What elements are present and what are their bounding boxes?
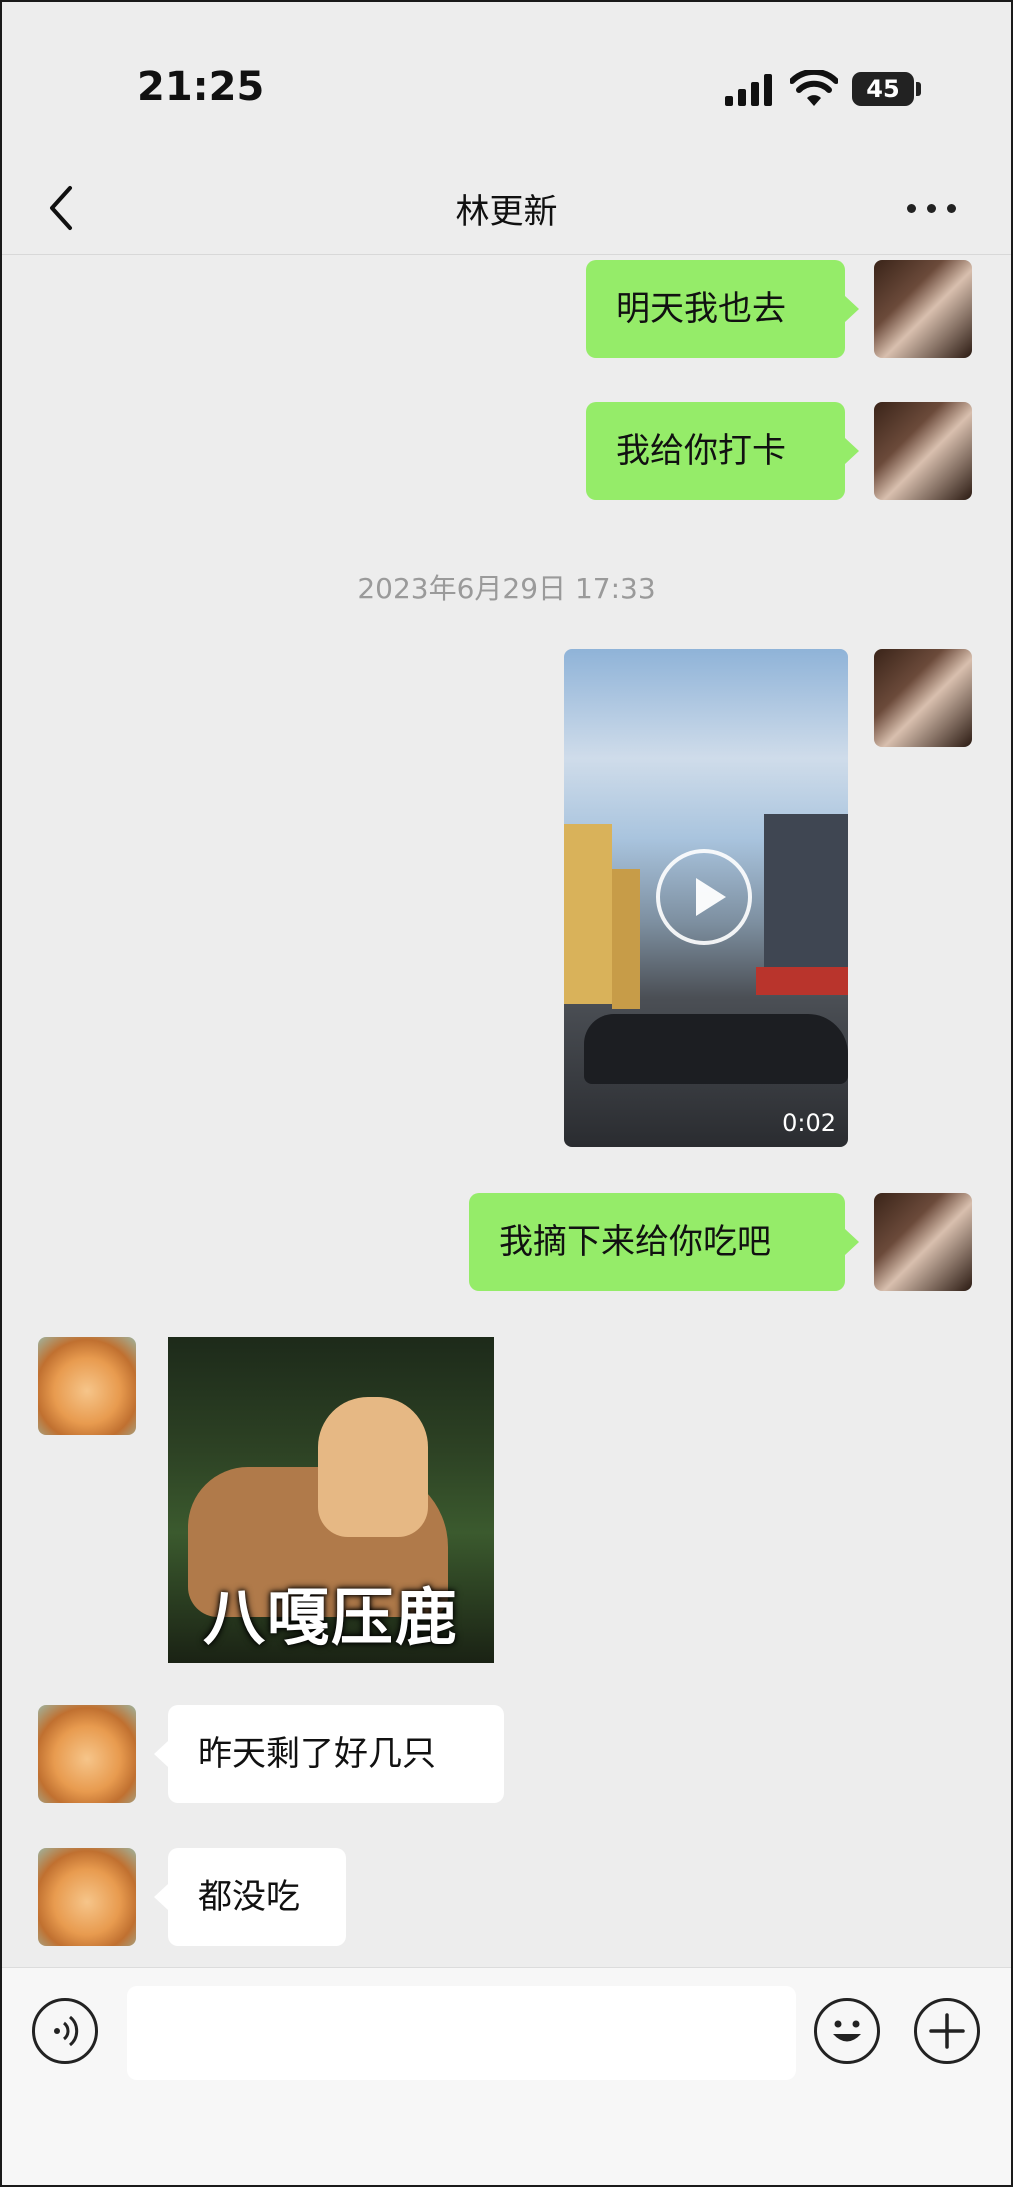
battery-tip xyxy=(916,82,921,96)
voice-icon xyxy=(54,2015,79,2047)
message-text: 都没吃 xyxy=(198,1877,300,1917)
emoji-button[interactable] xyxy=(814,1998,880,2064)
play-icon[interactable] xyxy=(656,849,752,945)
video-thumbnail-car xyxy=(584,1014,848,1084)
sent-message-bubble[interactable]: 我摘下来给你吃吧 xyxy=(469,1193,859,1291)
sticker-dog xyxy=(318,1397,428,1537)
user-avatar[interactable] xyxy=(874,260,972,358)
message-text: 我给你打卡 xyxy=(616,431,786,471)
status-time: 21:25 xyxy=(137,64,265,110)
plus-icon xyxy=(929,2013,965,2049)
cellular-signal-icon xyxy=(725,74,772,106)
user-avatar[interactable] xyxy=(874,402,972,500)
chat-timestamp: 2023年6月29日 17:33 xyxy=(357,572,656,605)
more-options-button[interactable] xyxy=(907,192,969,222)
input-bar xyxy=(2,1967,1011,2185)
wifi-icon xyxy=(790,70,838,106)
chat-title: 林更新 xyxy=(455,192,558,232)
sent-message-bubble[interactable]: 我给你打卡 xyxy=(586,402,859,500)
sticker-caption: 八嘎压鹿 xyxy=(202,1581,459,1654)
contact-avatar[interactable] xyxy=(38,1848,136,1946)
received-message-bubble[interactable]: 昨天剩了好几只 xyxy=(154,1705,504,1803)
chat-header: 林更新 xyxy=(2,162,1011,255)
video-thumbnail-building xyxy=(564,824,612,1004)
chat-screen: 21:25 45 林更新 明天我也去 我给你打卡 2023年6月29日 17:3… xyxy=(0,0,1013,2187)
message-text: 明天我也去 xyxy=(616,289,786,329)
battery-indicator: 45 xyxy=(852,72,914,106)
user-avatar[interactable] xyxy=(874,1193,972,1291)
voice-input-button[interactable] xyxy=(32,1998,98,2064)
more-actions-button[interactable] xyxy=(914,1998,980,2064)
emoji-icon xyxy=(833,2020,861,2042)
contact-avatar[interactable] xyxy=(38,1337,136,1435)
video-message[interactable]: 0:02 xyxy=(564,649,848,1147)
message-text: 我摘下来给你吃吧 xyxy=(499,1222,771,1262)
message-input[interactable] xyxy=(127,1986,796,2080)
status-bar: 21:25 45 xyxy=(2,2,1011,152)
sticker-message[interactable]: 八嘎压鹿 xyxy=(168,1337,494,1663)
sent-message-bubble[interactable]: 明天我也去 xyxy=(586,260,859,358)
contact-avatar[interactable] xyxy=(38,1705,136,1803)
video-duration: 0:02 xyxy=(782,1109,836,1137)
video-thumbnail-building xyxy=(764,814,848,974)
user-avatar[interactable] xyxy=(874,649,972,747)
video-thumbnail-sign xyxy=(756,967,848,995)
message-text: 昨天剩了好几只 xyxy=(198,1734,436,1774)
video-thumbnail-building xyxy=(612,869,640,1009)
received-message-bubble[interactable]: 都没吃 xyxy=(154,1848,346,1946)
